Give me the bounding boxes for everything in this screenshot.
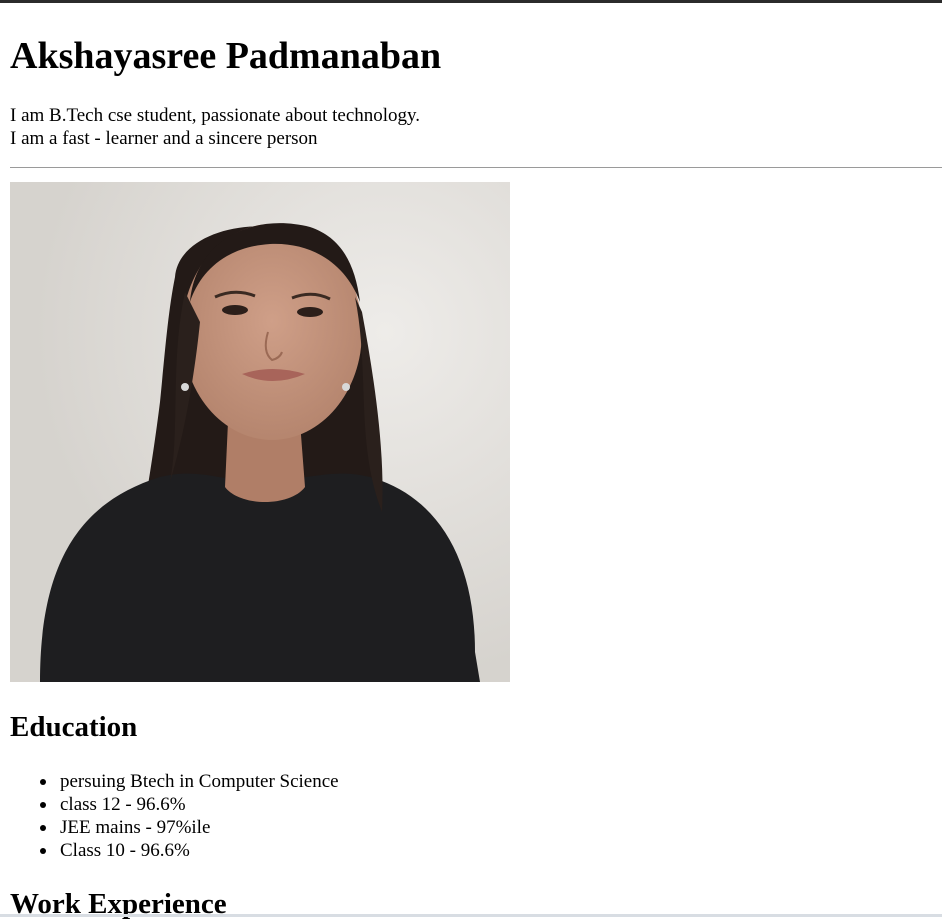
profile-photo [10,182,510,682]
list-item: class 12 - 96.6% [40,793,339,816]
list-item: JEE mains - 97%ile [40,816,339,839]
browser-top-border [0,0,942,3]
intro-line-2: I am a fast - learner and a sincere pers… [10,128,318,149]
portrait-illustration [10,182,510,682]
page-title: Akshayasree Padmanaban [10,35,442,77]
list-item: persuing Btech in Computer Science [40,771,339,792]
education-heading: Education [10,711,138,743]
intro-paragraph: I am B.Tech cse student, passionate abou… [10,104,420,150]
list-item: Class 10 - 96.6% [40,839,339,862]
section-divider [10,167,942,168]
education-list: persuing Btech in Computer Science class… [10,770,339,862]
intro-line-1: I am B.Tech cse student, passionate abou… [10,105,421,126]
